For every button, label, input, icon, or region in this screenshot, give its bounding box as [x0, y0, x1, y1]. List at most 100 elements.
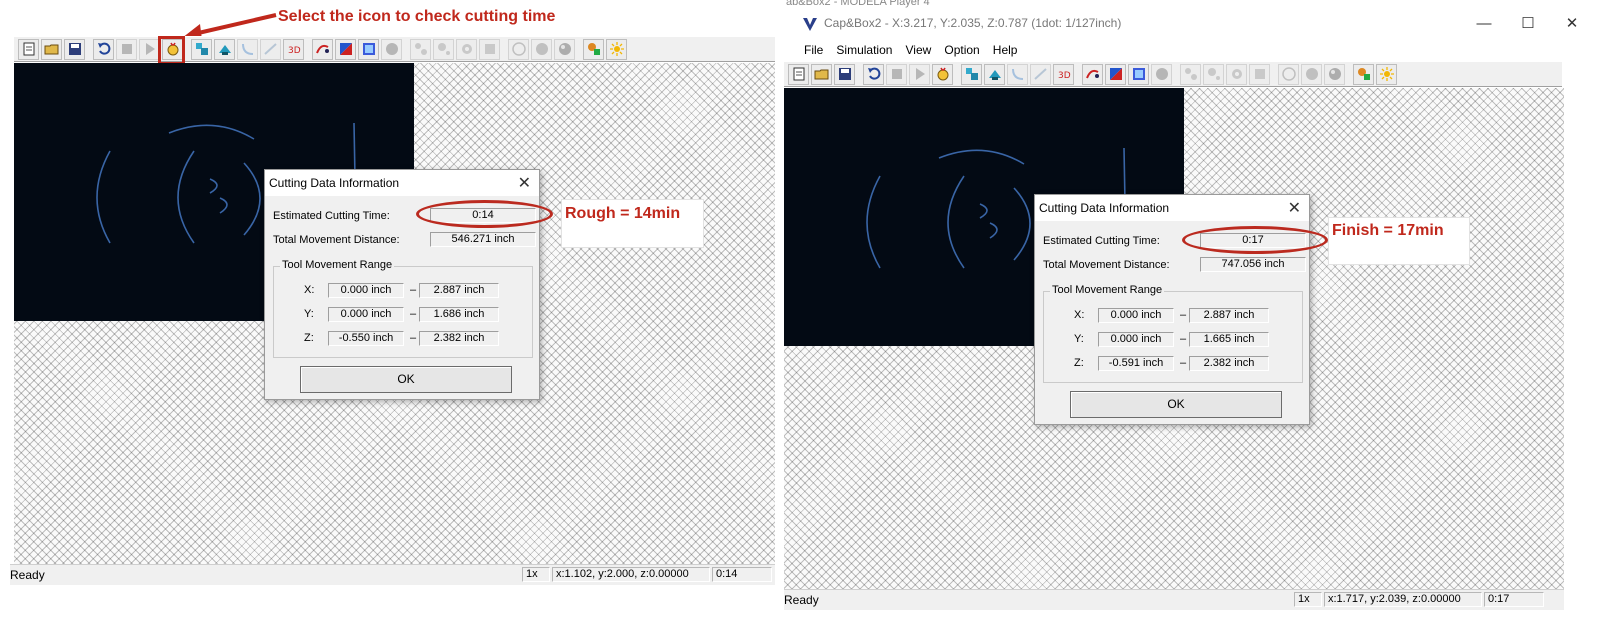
new-file-icon[interactable]	[18, 38, 39, 60]
range-separator: –	[410, 332, 417, 344]
tool-1-icon[interactable]	[1180, 63, 1201, 85]
tool-4-icon[interactable]	[1249, 63, 1270, 85]
distance-label: Total Movement Distance:	[273, 234, 400, 246]
curve-icon[interactable]	[1007, 63, 1028, 85]
status-zoom: 1x	[1294, 592, 1322, 607]
menu-view[interactable]: View	[902, 40, 936, 58]
view-top-icon[interactable]	[191, 38, 212, 60]
svg-text:3D: 3D	[288, 46, 301, 56]
path-icon[interactable]	[312, 38, 333, 60]
estimated-time-label: Estimated Cutting Time:	[273, 210, 390, 222]
range-min-field: -0.591 inch	[1098, 356, 1174, 371]
sphere-icon[interactable]	[381, 38, 402, 60]
render-1-icon[interactable]	[508, 38, 529, 60]
render-2-icon[interactable]	[1301, 63, 1322, 85]
stop-icon[interactable]	[886, 63, 907, 85]
tool-range-group: Tool Movement Range X: 0.000 inch –2.887 i…	[273, 259, 533, 358]
background-window-title: ab&Box2 - MODELA Player 4	[786, 0, 930, 8]
tool-2-icon[interactable]	[433, 38, 454, 60]
tool-3-icon[interactable]	[1226, 63, 1247, 85]
sphere-icon[interactable]	[1151, 63, 1172, 85]
status-coords: x:1.102, y:2.000, z:0.00000	[552, 567, 710, 582]
status-time: 0:14	[712, 567, 772, 582]
shade-icon[interactable]	[1105, 63, 1126, 85]
curve-icon[interactable]	[237, 38, 258, 60]
status-coords: x:1.717, y:2.039, z:0.00000	[1324, 592, 1482, 607]
line-icon[interactable]	[260, 38, 281, 60]
cutting-time-icon[interactable]	[932, 63, 953, 85]
estimated-time-label: Estimated Cutting Time:	[1043, 235, 1160, 247]
new-file-icon[interactable]	[788, 63, 809, 85]
distance-field: 546.271 inch	[430, 232, 536, 247]
minimize-icon[interactable]: —	[1475, 16, 1493, 32]
dialog-title: Cutting Data Information	[1039, 201, 1170, 215]
tool-2-icon[interactable]	[1203, 63, 1224, 85]
range-axis-label: Z:	[1074, 357, 1084, 369]
view-top-icon[interactable]	[961, 63, 982, 85]
tool-1-icon[interactable]	[410, 38, 431, 60]
grid-icon[interactable]	[1128, 63, 1149, 85]
stop-icon[interactable]	[116, 38, 137, 60]
tool-range-group: Tool Movement Range X: 0.000 inch –2.887 i…	[1043, 284, 1303, 383]
range-axis-label: X:	[1074, 309, 1085, 321]
status-ready: Ready	[784, 593, 819, 607]
light-icon[interactable]	[1376, 63, 1397, 85]
shade-icon[interactable]	[335, 38, 356, 60]
time-highlight-ellipse	[416, 200, 553, 228]
reload-icon[interactable]	[863, 63, 884, 85]
range-separator: –	[410, 308, 417, 320]
main-toolbar: 3D	[784, 61, 1562, 87]
distance-field: 747.056 inch	[1200, 257, 1306, 272]
render-1-icon[interactable]	[1278, 63, 1299, 85]
open-folder-icon[interactable]	[811, 63, 832, 85]
light-icon[interactable]	[606, 38, 627, 60]
path-icon[interactable]	[1082, 63, 1103, 85]
view-front-icon[interactable]	[214, 38, 235, 60]
menu-simulation[interactable]: Simulation	[832, 40, 896, 58]
window-title: Cap&Box2 - X:3.217, Y:2.035, Z:0.787 (1d…	[824, 16, 1122, 30]
view-front-icon[interactable]	[984, 63, 1005, 85]
reload-icon[interactable]	[93, 38, 114, 60]
range-max-field: 1.665 inch	[1189, 332, 1269, 347]
tool-4-icon[interactable]	[479, 38, 500, 60]
ok-button[interactable]: OK	[300, 366, 512, 393]
3d-view-icon[interactable]: 3D	[1053, 63, 1074, 85]
open-folder-icon[interactable]	[41, 38, 62, 60]
range-axis-label: Y:	[1074, 333, 1084, 345]
range-min-field: 0.000 inch	[328, 307, 404, 322]
ok-button[interactable]: OK	[1070, 391, 1282, 418]
tool-3-icon[interactable]	[456, 38, 477, 60]
close-window-icon[interactable]: ✕	[1563, 16, 1581, 32]
save-icon[interactable]	[64, 38, 85, 60]
material-icon[interactable]	[583, 38, 604, 60]
tool-range-label: Tool Movement Range	[1050, 284, 1165, 296]
maximize-icon[interactable]: ☐	[1519, 16, 1537, 32]
menu-option[interactable]: Option	[940, 40, 983, 58]
grid-icon[interactable]	[358, 38, 379, 60]
play-icon[interactable]	[909, 63, 930, 85]
dialog-title: Cutting Data Information	[269, 176, 400, 190]
tool-range-label: Tool Movement Range	[280, 259, 395, 271]
save-icon[interactable]	[834, 63, 855, 85]
status-ready: Ready	[10, 568, 45, 582]
right-screenshot: ab&Box2 - MODELA Player 4 Cap&Box2 - X:3…	[784, 0, 1597, 624]
status-zoom: 1x	[522, 567, 550, 582]
icon-highlight-box	[158, 36, 185, 65]
menu-help[interactable]: Help	[989, 40, 1022, 58]
render-3-icon[interactable]	[554, 38, 575, 60]
menu-file[interactable]: File	[800, 40, 827, 58]
svg-text:3D: 3D	[1058, 71, 1071, 81]
material-icon[interactable]	[1353, 63, 1374, 85]
close-icon[interactable]: ✕	[1288, 198, 1301, 218]
menu-bar: File Simulation View Option Help	[798, 40, 1597, 60]
3d-view-icon[interactable]: 3D	[283, 38, 304, 60]
window-titlebar: Cap&Box2 - X:3.217, Y:2.035, Z:0.787 (1d…	[798, 8, 1597, 40]
time-highlight-ellipse	[1182, 226, 1328, 254]
render-3-icon[interactable]	[1324, 63, 1345, 85]
close-icon[interactable]: ✕	[518, 173, 531, 193]
play-icon[interactable]	[139, 38, 160, 60]
finish-annotation: Finish = 17min	[1332, 222, 1444, 239]
line-icon[interactable]	[1030, 63, 1051, 85]
render-2-icon[interactable]	[531, 38, 552, 60]
range-axis-label: Z:	[304, 332, 314, 344]
